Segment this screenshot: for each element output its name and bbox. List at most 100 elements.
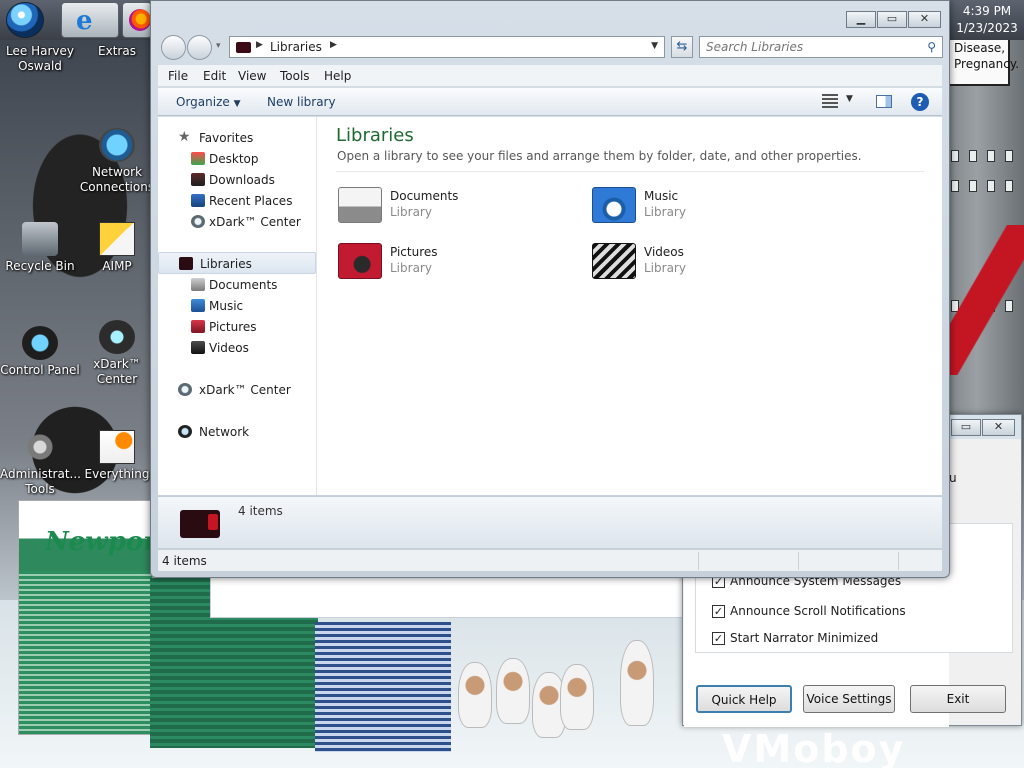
breadcrumb-chevron-icon[interactable]: ▶ — [256, 40, 263, 50]
xdark-icon — [99, 320, 135, 354]
nav-recent-places[interactable]: Recent Places — [158, 190, 316, 212]
music-library-icon — [592, 187, 636, 223]
recent-pages-dropdown-icon[interactable]: ▾ — [216, 41, 221, 51]
nav-xdark-favorite[interactable]: xDark™ Center — [158, 211, 316, 233]
wallpaper-box-blue — [315, 622, 451, 752]
internet-explorer-icon: e — [76, 6, 93, 36]
tile-type: Library — [644, 261, 686, 275]
documents-icon — [191, 278, 205, 291]
close-button[interactable]: ✕ — [908, 11, 941, 28]
checkbox-label: Start Narrator Minimized — [730, 631, 879, 645]
nav-label: Documents — [209, 278, 278, 292]
navigation-pane: ★ Favorites Desktop Downloads Recent Pla… — [158, 117, 317, 495]
desktop-icon-control-panel[interactable]: Control Panel — [0, 326, 80, 378]
checkbox-mark: ✓ — [712, 632, 725, 645]
library-tile-documents[interactable]: Documents Library — [338, 185, 578, 229]
wallpaper-box-newport: Newport — [18, 500, 169, 735]
start-button[interactable] — [6, 2, 44, 38]
menu-edit[interactable]: Edit — [203, 69, 226, 83]
aimp-icon — [99, 222, 135, 256]
menu-file[interactable]: File — [168, 69, 188, 83]
desktop-icon-aimp[interactable]: AIMP — [77, 222, 157, 274]
help-icon[interactable]: ? — [911, 93, 929, 111]
desktop-icon-xdark-center[interactable]: xDark™ Center — [77, 320, 157, 387]
voice-settings-button[interactable]: Voice Settings — [803, 685, 895, 713]
clock-time: 4:39 PM — [962, 4, 1012, 18]
search-box[interactable]: ⚲ — [699, 36, 943, 58]
nav-xdark-center[interactable]: xDark™ Center — [158, 379, 316, 401]
libraries-icon — [236, 42, 251, 53]
pictures-icon — [191, 320, 205, 333]
library-tile-music[interactable]: Music Library — [592, 185, 832, 229]
library-tile-pictures[interactable]: Pictures Library — [338, 241, 578, 285]
exit-button[interactable]: Exit — [910, 685, 1006, 713]
organize-button[interactable]: Organize ▼ — [176, 95, 241, 109]
nav-documents[interactable]: Documents — [158, 274, 316, 296]
breadcrumb-chevron-icon[interactable]: ▶ — [330, 40, 337, 50]
narrator-close-button[interactable]: ✕ — [982, 419, 1015, 436]
status-separator — [698, 552, 699, 570]
tile-name: Videos — [644, 245, 684, 259]
nav-videos[interactable]: Videos — [158, 337, 316, 359]
nav-music[interactable]: Music — [158, 295, 316, 317]
address-dropdown-icon[interactable]: ▼ — [651, 41, 658, 51]
address-bar[interactable]: ▶ Libraries ▶ ▼ — [229, 36, 665, 58]
search-input[interactable] — [706, 40, 916, 54]
control-panel-icon — [22, 326, 58, 360]
nav-label: Downloads — [209, 173, 275, 187]
nav-downloads[interactable]: Downloads — [158, 169, 316, 191]
tile-type: Library — [390, 261, 432, 275]
pictures-library-icon — [338, 243, 382, 279]
menu-help[interactable]: Help — [324, 69, 351, 83]
desktop-icon-label: AIMP — [102, 259, 132, 273]
library-tile-videos[interactable]: Videos Library — [592, 241, 832, 285]
desktop-icon-lee-harvey-oswald[interactable]: Lee Harvey Oswald — [0, 44, 80, 74]
menu-view[interactable]: View — [238, 69, 266, 83]
sign-line-2: Pregnancy. — [954, 57, 1020, 71]
taskbar-firefox[interactable] — [122, 2, 152, 38]
quick-help-button[interactable]: Quick Help — [696, 685, 792, 713]
search-icon[interactable]: ⚲ — [927, 40, 936, 54]
desktop-icon-administrative-tools[interactable]: Administrat... Tools — [0, 430, 81, 497]
minimize-button[interactable]: ▁ — [846, 11, 876, 28]
network-icon — [178, 425, 192, 438]
refresh-button[interactable]: ⇆ — [671, 36, 693, 58]
nav-pictures[interactable]: Pictures — [158, 316, 316, 338]
desktop-icon-label: Administrat... Tools — [0, 467, 81, 496]
libraries-icon — [180, 510, 220, 538]
desktop-icon-label: Extras — [98, 44, 136, 58]
nav-network[interactable]: Network — [158, 421, 316, 443]
back-button[interactable] — [161, 35, 186, 60]
system-clock[interactable]: 4:39 PM 1/23/2023 — [950, 0, 1024, 40]
change-view-icon[interactable] — [822, 94, 838, 108]
nav-label: Pictures — [209, 320, 257, 334]
chevron-down-icon: ▼ — [233, 99, 241, 109]
tile-type: Library — [644, 205, 686, 219]
forward-button[interactable] — [187, 35, 212, 60]
recycle-bin-icon — [22, 222, 58, 256]
desktop-icon-recycle-bin[interactable]: Recycle Bin — [0, 222, 80, 274]
breadcrumb-libraries[interactable]: Libraries — [270, 40, 322, 54]
organize-label: Organize — [176, 95, 230, 109]
menu-tools[interactable]: Tools — [280, 69, 310, 83]
nav-libraries[interactable]: Libraries — [158, 252, 316, 274]
narrator-restore-button[interactable]: ▭ — [951, 419, 981, 436]
desktop-icon-label: Lee Harvey Oswald — [6, 44, 74, 73]
desktop-icon-network-connections[interactable]: Network Connections — [77, 128, 157, 195]
new-library-button[interactable]: New library — [267, 95, 336, 109]
nav-desktop[interactable]: Desktop — [158, 148, 316, 170]
desktop-icon-label: Network Connections — [79, 165, 155, 194]
desktop-icon-everything[interactable]: Everything — [77, 430, 157, 482]
videos-icon — [191, 341, 205, 354]
desktop-icon-label: Everything — [84, 467, 150, 481]
details-pane: 4 items — [158, 496, 942, 548]
nav-favorites[interactable]: ★ Favorites — [158, 127, 316, 149]
taskbar-internet-explorer[interactable]: e — [61, 2, 119, 38]
preview-pane-icon[interactable] — [876, 95, 892, 108]
status-bar: 4 items — [158, 549, 942, 571]
views-dropdown-icon[interactable]: ▼ — [846, 94, 853, 104]
desktop-icon-extras[interactable]: Extras — [77, 44, 157, 59]
window-caption-buttons: ▁ ▭ ✕ — [846, 11, 941, 28]
restore-button[interactable]: ▭ — [877, 11, 907, 28]
nav-label: xDark™ Center — [209, 215, 301, 229]
